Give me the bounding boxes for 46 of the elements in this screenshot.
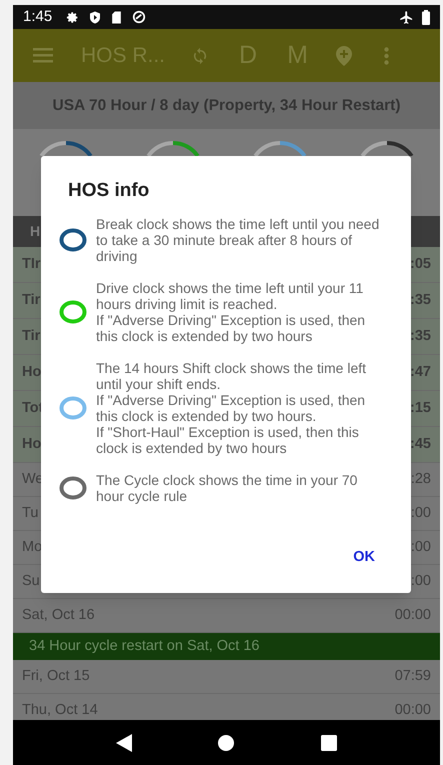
row-value: 00:00: [394, 606, 431, 625]
more-icon[interactable]: [384, 46, 389, 64]
column-header: H: [30, 222, 40, 241]
dialog-title: HOS info: [68, 179, 150, 203]
sync-icon[interactable]: [191, 46, 209, 66]
add-location-icon[interactable]: [336, 46, 352, 66]
row-label: Fri, Oct 15: [22, 666, 90, 686]
row-value: :35: [410, 326, 431, 346]
recents-icon[interactable]: [320, 734, 337, 750]
row-label: TIr: [22, 254, 41, 274]
back-icon[interactable]: [116, 734, 132, 752]
legend-text: Drive clock shows the time left until your 11 hours driving limit is reached. If "Adverse Driving" Exception is used, then this clock is extended by two hours: [96, 280, 366, 344]
row-value: :00: [410, 538, 431, 557]
restart-banner-text: 34 Hour cycle restart on Sat, Oct 16: [29, 636, 260, 656]
gear-icon: [66, 10, 80, 24]
data-saver-icon: [132, 10, 146, 24]
row-label: Ho: [22, 362, 42, 382]
row-value: :35: [410, 290, 431, 310]
row-value: :05: [410, 254, 431, 274]
row-label: Mo: [22, 538, 42, 557]
row-label: Thu, Oct 14: [22, 700, 98, 720]
row-label: Tir: [22, 290, 40, 310]
battery-icon: [422, 10, 430, 24]
row-value: :15: [410, 398, 431, 418]
sd-card-icon: [111, 10, 122, 24]
row-value: :47: [410, 362, 431, 382]
row-value: :28: [410, 470, 431, 489]
row-label: Su: [22, 572, 40, 591]
legend-text: The Cycle clock shows the time in your 70 hour cycle rule: [96, 472, 358, 504]
ok-button[interactable]: OK: [343, 537, 385, 579]
home-icon[interactable]: [218, 734, 234, 750]
row-label: Ho: [22, 434, 42, 454]
row-value: 00:00: [394, 700, 431, 720]
row-label: Tir: [22, 326, 40, 346]
status-time: 1:45: [23, 6, 52, 27]
row-label: Sat, Oct 16: [22, 606, 95, 625]
shield-icon: [89, 10, 102, 24]
row-value: 07:59: [394, 666, 431, 686]
row-value: :45: [410, 434, 431, 454]
row-value: :00: [410, 504, 431, 523]
row-value: :00: [410, 572, 431, 591]
legend-text: The 14 hours Shift clock shows the time left until your shift ends. If "Adverse Driving" Exception is used, then this clock is extended by two hours. If "Short-Haul" Exception is used, then this clock is extended by two hours: [96, 360, 368, 456]
legend-text: Break clock shows the time left until you need to take a 30 minute break after 8 hours of driving: [96, 216, 380, 264]
row-label: Tu: [22, 504, 38, 523]
menu-icon[interactable]: [33, 48, 53, 63]
airplane-icon: [399, 10, 414, 24]
